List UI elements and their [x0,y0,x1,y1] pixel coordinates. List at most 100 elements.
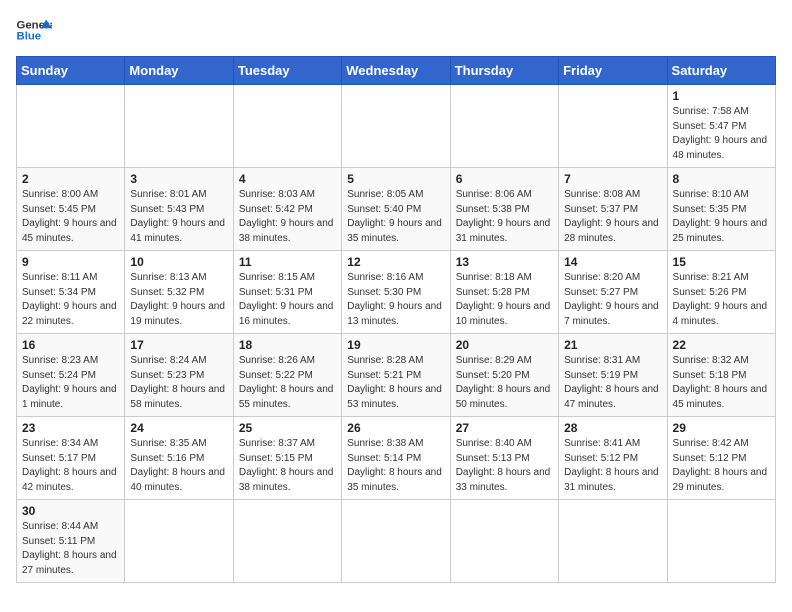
calendar-cell [342,500,450,583]
day-number: 28 [564,421,661,435]
svg-text:Blue: Blue [17,31,42,43]
calendar-cell [559,500,667,583]
day-number: 10 [130,255,227,269]
logo: General Blue [16,16,52,44]
calendar-cell: 21Sunrise: 8:31 AMSunset: 5:19 PMDayligh… [559,334,667,417]
day-info: Sunrise: 8:29 AMSunset: 5:20 PMDaylight:… [456,354,553,412]
day-info: Sunrise: 8:32 AMSunset: 5:18 PMDaylight:… [673,354,770,412]
calendar-table: SundayMondayTuesdayWednesdayThursdayFrid… [16,56,776,583]
calendar-cell: 1Sunrise: 7:58 AMSunset: 5:47 PMDaylight… [667,85,775,168]
day-number: 3 [130,172,227,186]
calendar-week-row: 9 Sunrise: 8:11 AMSunset: 5:34 PMDaylight… [17,251,776,334]
day-number: 17 [130,338,227,352]
day-number: 23 [22,421,119,435]
day-info: Sunrise: 8:11 AMSunset: 5:34 PMDaylight:… [22,271,119,329]
calendar-cell: 18 Sunrise: 8:26 AMSunset: 5:22 PMDayligh… [233,334,341,417]
calendar-cell: 6 Sunrise: 8:06 AMSunset: 5:38 PMDaylight… [450,168,558,251]
calendar-cell: 29 Sunrise: 8:42 AMSunset: 5:12 PMDayligh… [667,417,775,500]
calendar-cell [667,500,775,583]
calendar-cell: 10 Sunrise: 8:13 AMSunset: 5:32 PMDayligh… [125,251,233,334]
day-info: Sunrise: 8:41 AMSunset: 5:12 PMDaylight:… [564,437,661,495]
calendar-cell [233,85,341,168]
day-info: Sunrise: 8:40 AMSunset: 5:13 PMDaylight:… [456,437,553,495]
calendar-cell [125,500,233,583]
day-info: Sunrise: 8:20 AMSunset: 5:27 PMDaylight:… [564,271,661,329]
weekday-header-row: SundayMondayTuesdayWednesdayThursdayFrid… [17,57,776,85]
weekday-header-monday: Monday [125,57,233,85]
calendar-cell: 13Sunrise: 8:18 AMSunset: 5:28 PMDayligh… [450,251,558,334]
day-info: Sunrise: 8:26 AMSunset: 5:22 PMDaylight:… [239,354,336,412]
day-number: 30 [22,504,119,518]
day-info: Sunrise: 8:35 AMSunset: 5:16 PMDaylight:… [130,437,227,495]
calendar-week-row: 2 Sunrise: 8:00 AMSunset: 5:45 PMDaylight… [17,168,776,251]
weekday-header-friday: Friday [559,57,667,85]
day-number: 4 [239,172,336,186]
day-number: 16 [22,338,119,352]
calendar-week-row: 16Sunrise: 8:23 AMSunset: 5:24 PMDayligh… [17,334,776,417]
calendar-cell: 12 Sunrise: 8:16 AMSunset: 5:30 PMDayligh… [342,251,450,334]
day-info: Sunrise: 8:18 AMSunset: 5:28 PMDaylight:… [456,271,553,329]
day-info: Sunrise: 8:08 AMSunset: 5:37 PMDaylight:… [564,188,661,246]
calendar-cell: 15 Sunrise: 8:21 AMSunset: 5:26 PMDayligh… [667,251,775,334]
calendar-cell: 5 Sunrise: 8:05 AMSunset: 5:40 PMDaylight… [342,168,450,251]
weekday-header-sunday: Sunday [17,57,125,85]
day-info: Sunrise: 8:37 AMSunset: 5:15 PMDaylight:… [239,437,336,495]
day-number: 1 [673,89,770,103]
calendar-cell: 28 Sunrise: 8:41 AMSunset: 5:12 PMDayligh… [559,417,667,500]
day-info: Sunrise: 8:16 AMSunset: 5:30 PMDaylight:… [347,271,444,329]
day-info: Sunrise: 8:28 AMSunset: 5:21 PMDaylight:… [347,354,444,412]
calendar-cell [233,500,341,583]
calendar-cell: 22 Sunrise: 8:32 AMSunset: 5:18 PMDayligh… [667,334,775,417]
day-number: 7 [564,172,661,186]
day-number: 12 [347,255,444,269]
day-info: Sunrise: 8:05 AMSunset: 5:40 PMDaylight:… [347,188,444,246]
calendar-cell [450,500,558,583]
calendar-cell: 11 Sunrise: 8:15 AMSunset: 5:31 PMDayligh… [233,251,341,334]
day-number: 15 [673,255,770,269]
day-info: Sunrise: 8:34 AMSunset: 5:17 PMDaylight:… [22,437,119,495]
day-info: Sunrise: 8:24 AMSunset: 5:23 PMDaylight:… [130,354,227,412]
day-number: 22 [673,338,770,352]
calendar-cell: 4 Sunrise: 8:03 AMSunset: 5:42 PMDaylight… [233,168,341,251]
day-info: Sunrise: 8:01 AMSunset: 5:43 PMDaylight:… [130,188,227,246]
day-number: 6 [456,172,553,186]
calendar-cell: 16Sunrise: 8:23 AMSunset: 5:24 PMDayligh… [17,334,125,417]
day-number: 27 [456,421,553,435]
calendar-cell: 27 Sunrise: 8:40 AMSunset: 5:13 PMDayligh… [450,417,558,500]
day-info: Sunrise: 8:06 AMSunset: 5:38 PMDaylight:… [456,188,553,246]
day-info: Sunrise: 8:13 AMSunset: 5:32 PMDaylight:… [130,271,227,329]
calendar-cell [17,85,125,168]
day-info: Sunrise: 8:42 AMSunset: 5:12 PMDaylight:… [673,437,770,495]
day-number: 8 [673,172,770,186]
calendar-week-row: 1Sunrise: 7:58 AMSunset: 5:47 PMDaylight… [17,85,776,168]
weekday-header-wednesday: Wednesday [342,57,450,85]
calendar-cell [450,85,558,168]
calendar-cell: 14Sunrise: 8:20 AMSunset: 5:27 PMDayligh… [559,251,667,334]
day-number: 24 [130,421,227,435]
calendar-cell: 20 Sunrise: 8:29 AMSunset: 5:20 PMDayligh… [450,334,558,417]
calendar-cell [125,85,233,168]
calendar-cell: 19Sunrise: 8:28 AMSunset: 5:21 PMDayligh… [342,334,450,417]
day-number: 20 [456,338,553,352]
calendar-cell: 23 Sunrise: 8:34 AMSunset: 5:17 PMDayligh… [17,417,125,500]
calendar-week-row: 30 Sunrise: 8:44 AMSunset: 5:11 PMDayligh… [17,500,776,583]
day-info: Sunrise: 8:38 AMSunset: 5:14 PMDaylight:… [347,437,444,495]
day-info: Sunrise: 8:15 AMSunset: 5:31 PMDaylight:… [239,271,336,329]
day-info: Sunrise: 8:00 AMSunset: 5:45 PMDaylight:… [22,188,119,246]
calendar-cell: 30 Sunrise: 8:44 AMSunset: 5:11 PMDayligh… [17,500,125,583]
day-number: 5 [347,172,444,186]
day-number: 25 [239,421,336,435]
day-number: 9 [22,255,119,269]
day-info: Sunrise: 8:21 AMSunset: 5:26 PMDaylight:… [673,271,770,329]
calendar-cell: 17 Sunrise: 8:24 AMSunset: 5:23 PMDayligh… [125,334,233,417]
day-number: 2 [22,172,119,186]
day-info: Sunrise: 8:03 AMSunset: 5:42 PMDaylight:… [239,188,336,246]
calendar-cell: 24 Sunrise: 8:35 AMSunset: 5:16 PMDayligh… [125,417,233,500]
day-number: 29 [673,421,770,435]
day-number: 18 [239,338,336,352]
day-number: 21 [564,338,661,352]
day-number: 11 [239,255,336,269]
weekday-header-saturday: Saturday [667,57,775,85]
calendar-cell: 9 Sunrise: 8:11 AMSunset: 5:34 PMDaylight… [17,251,125,334]
day-info: Sunrise: 8:44 AMSunset: 5:11 PMDaylight:… [22,520,119,578]
